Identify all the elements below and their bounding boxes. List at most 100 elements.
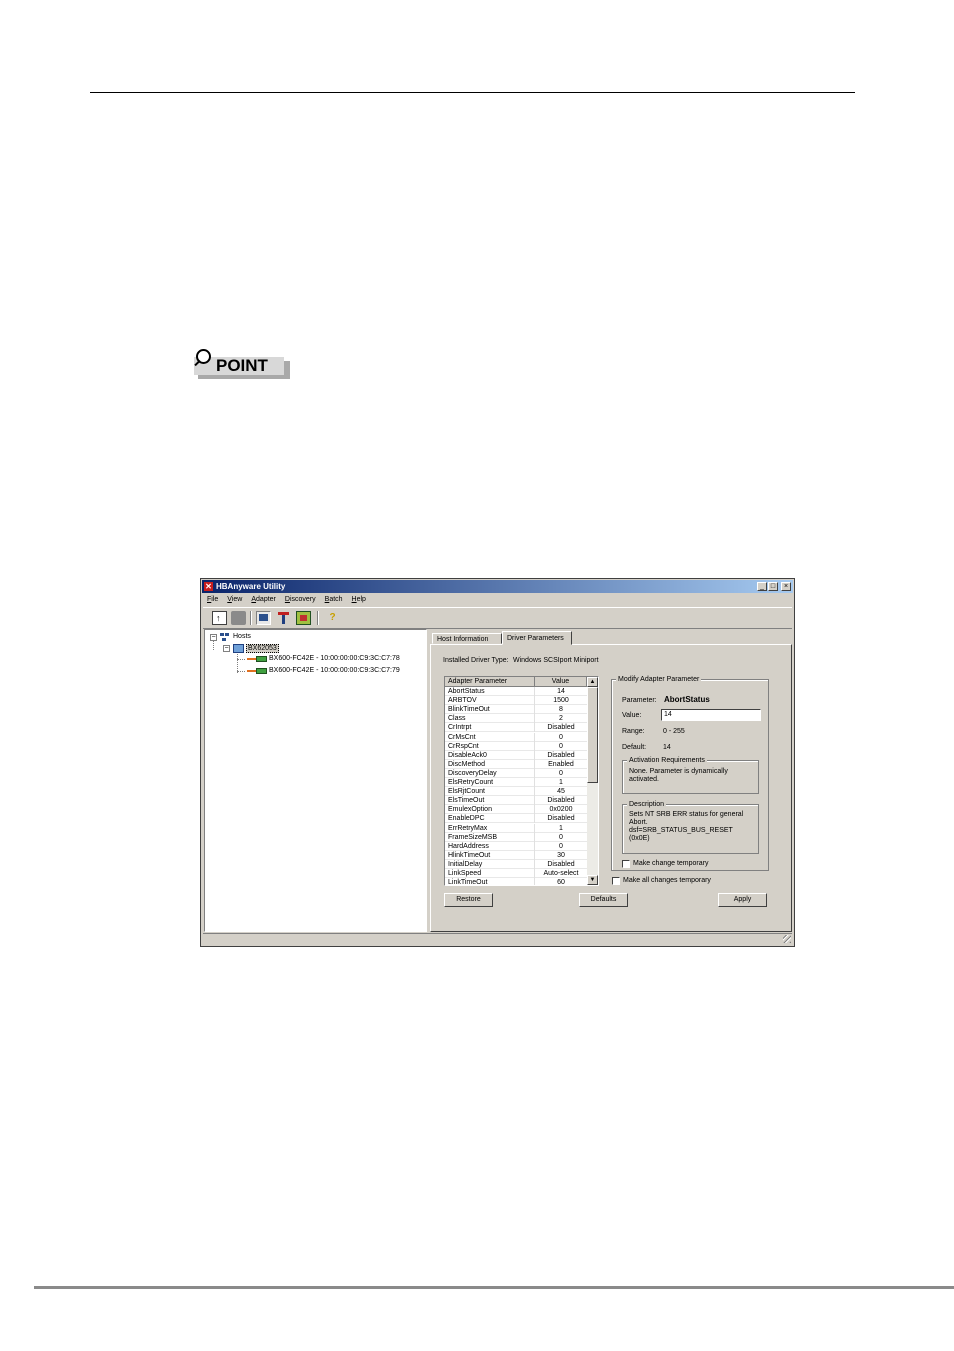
row-parameter-value: 0 xyxy=(559,769,563,777)
table-row[interactable]: HardAddress 0 xyxy=(445,841,588,851)
table-row[interactable]: DiscoveryDelay 0 xyxy=(445,768,588,778)
collapse-hosts-toggle[interactable]: − xyxy=(210,634,217,641)
table-row[interactable]: DiscMethod Enabled xyxy=(445,759,588,769)
table-scrollbar[interactable]: ▲ ▼ xyxy=(587,677,598,885)
description-group: Description Sets NT SRB ERR status for g… xyxy=(622,800,759,854)
column-header-value[interactable]: Value xyxy=(535,677,587,686)
row-parameter-name: CrRspCnt xyxy=(448,742,479,750)
header-rule xyxy=(90,92,855,93)
menu-bar: File View Adapter Discovery Batch Help xyxy=(207,595,366,605)
range-value: 0 - 255 xyxy=(663,728,685,735)
row-parameter-name: ElsRetryCount xyxy=(448,779,494,786)
table-row[interactable]: ElsRjtCount 45 xyxy=(445,787,588,797)
status-bar xyxy=(203,933,792,944)
export-button[interactable]: ↑ xyxy=(212,611,227,625)
make-all-changes-temporary-label[interactable]: Make all changes temporary xyxy=(623,876,711,885)
resize-grip[interactable] xyxy=(783,935,791,943)
table-row[interactable]: LinkTimeOut 60 xyxy=(445,878,588,885)
table-row[interactable]: CrIntrpt Disabled xyxy=(445,723,588,733)
table-row[interactable]: LinkSpeed Auto-select xyxy=(445,869,588,878)
row-parameter-value: 8 xyxy=(559,706,563,714)
table-row[interactable]: CrMsCnt 0 xyxy=(445,732,588,742)
row-parameter-value: 0x0200 xyxy=(549,806,573,814)
point-badge: POINT xyxy=(194,349,290,379)
row-parameter-name: AbortStatus xyxy=(448,688,485,695)
title-bar[interactable]: ✕ HBAnyware Utility _ □ × xyxy=(202,580,793,593)
tree-adapter-item[interactable]: BX600-FC42E - 10:00:00:00:C9:3C:C7:79 xyxy=(269,666,400,675)
menu-discovery[interactable]: Discovery xyxy=(285,595,316,605)
table-row[interactable]: ElsRetryCount 1 xyxy=(445,778,588,787)
window-title: HBAnyware Utility xyxy=(216,582,286,591)
tree-line xyxy=(213,641,214,650)
hba-icon xyxy=(247,668,267,674)
discovery-tree[interactable]: − Hosts − BX62053 BX600-FC42E - 10:00:00… xyxy=(204,629,427,932)
menu-batch[interactable]: Batch xyxy=(325,595,343,605)
fabric-view-button[interactable] xyxy=(276,611,291,625)
scroll-up-button[interactable]: ▲ xyxy=(587,677,598,687)
scroll-down-button[interactable]: ▼ xyxy=(587,875,598,885)
description-text: Sets NT SRB ERR status for general Abort… xyxy=(629,811,744,842)
table-row[interactable]: FrameSizeMSB 0 xyxy=(445,832,588,842)
table-row[interactable]: DisableAck0 Disabled xyxy=(445,750,588,760)
value-input[interactable]: 14 xyxy=(661,709,761,721)
scroll-thumb[interactable] xyxy=(587,687,598,783)
row-parameter-value: 1 xyxy=(559,779,563,786)
help-button[interactable]: ? xyxy=(325,611,340,625)
minimize-button[interactable]: _ xyxy=(757,582,767,591)
tree-host-item[interactable]: BX62053 xyxy=(246,644,279,653)
adapter-button[interactable] xyxy=(296,611,311,625)
row-parameter-value: Disabled xyxy=(547,815,575,823)
menu-help[interactable]: Help xyxy=(352,595,366,605)
collapse-host-toggle[interactable]: − xyxy=(223,645,230,652)
maximize-button[interactable]: □ xyxy=(768,582,778,591)
row-parameter-value: Disabled xyxy=(547,724,575,732)
tab-host-information[interactable]: Host Information xyxy=(432,633,502,644)
parameter-table[interactable]: Adapter Parameter Value AbortStatus 14 ARB… xyxy=(444,676,599,886)
table-row[interactable]: BlinkTimeOut 8 xyxy=(445,705,588,715)
activation-legend: Activation Requirements xyxy=(627,756,707,765)
tree-adapter-item[interactable]: BX600-FC42E - 10:00:00:00:C9:3C:C7:78 xyxy=(269,654,400,663)
tab-driver-parameters[interactable]: Driver Parameters xyxy=(502,631,572,645)
table-row[interactable]: Class 2 xyxy=(445,714,588,724)
table-row[interactable]: EmulexOption 0x0200 xyxy=(445,805,588,815)
table-row[interactable]: EnableDPC Disabled xyxy=(445,814,588,824)
row-parameter-name: CrIntrpt xyxy=(448,724,472,732)
menu-adapter[interactable]: Adapter xyxy=(251,595,276,605)
tree-line xyxy=(237,659,245,660)
disabled-tool-button[interactable] xyxy=(231,611,246,625)
restore-button[interactable]: Restore xyxy=(444,893,493,907)
column-header-parameter[interactable]: Adapter Parameter xyxy=(445,677,535,686)
menu-view[interactable]: View xyxy=(227,595,242,605)
export-icon: ↑ xyxy=(216,613,221,623)
row-parameter-name: LinkSpeed xyxy=(448,870,482,877)
tree-root-label[interactable]: Hosts xyxy=(233,632,251,641)
table-row[interactable]: HlinkTimeOut 30 xyxy=(445,850,588,860)
table-row[interactable]: ARBTOV 1500 xyxy=(445,696,588,706)
make-all-changes-temporary-checkbox[interactable] xyxy=(612,877,620,885)
row-parameter-name: ElsRjtCount xyxy=(448,788,485,796)
row-parameter-value: 45 xyxy=(557,788,565,796)
make-change-temporary-checkbox[interactable] xyxy=(622,860,630,868)
menu-file[interactable]: File xyxy=(207,595,218,605)
app-window: ✕ HBAnyware Utility _ □ × File View Adap… xyxy=(200,578,795,947)
activation-group: Activation Requirements None. Parameter … xyxy=(622,756,759,794)
defaults-button[interactable]: Defaults xyxy=(579,893,628,907)
table-row[interactable]: ErrRetryMax 1 xyxy=(445,823,588,833)
hba-icon xyxy=(247,656,267,662)
table-row[interactable]: AbortStatus 14 xyxy=(445,687,588,696)
monitor-icon xyxy=(259,614,268,621)
apply-button[interactable]: Apply xyxy=(718,893,767,907)
row-parameter-value: 30 xyxy=(557,851,565,859)
row-parameter-value: Auto-select xyxy=(543,870,579,877)
driver-type-value: Windows SCSIport Miniport xyxy=(513,657,599,664)
modify-parameter-legend: Modify Adapter Parameter xyxy=(616,675,702,684)
make-change-temporary-label[interactable]: Make change temporary xyxy=(633,859,708,868)
close-button[interactable]: × xyxy=(781,582,791,591)
driver-parameters-panel: Installed Driver Type: Windows SCSIport … xyxy=(430,644,792,932)
host-view-button[interactable] xyxy=(256,611,271,625)
table-row[interactable]: ElsTimeOut Disabled xyxy=(445,796,588,806)
table-row[interactable]: InitialDelay Disabled xyxy=(445,859,588,869)
row-parameter-value: 2 xyxy=(559,715,563,723)
driver-type-label: Installed Driver Type: xyxy=(443,657,509,664)
table-row[interactable]: CrRspCnt 0 xyxy=(445,741,588,751)
